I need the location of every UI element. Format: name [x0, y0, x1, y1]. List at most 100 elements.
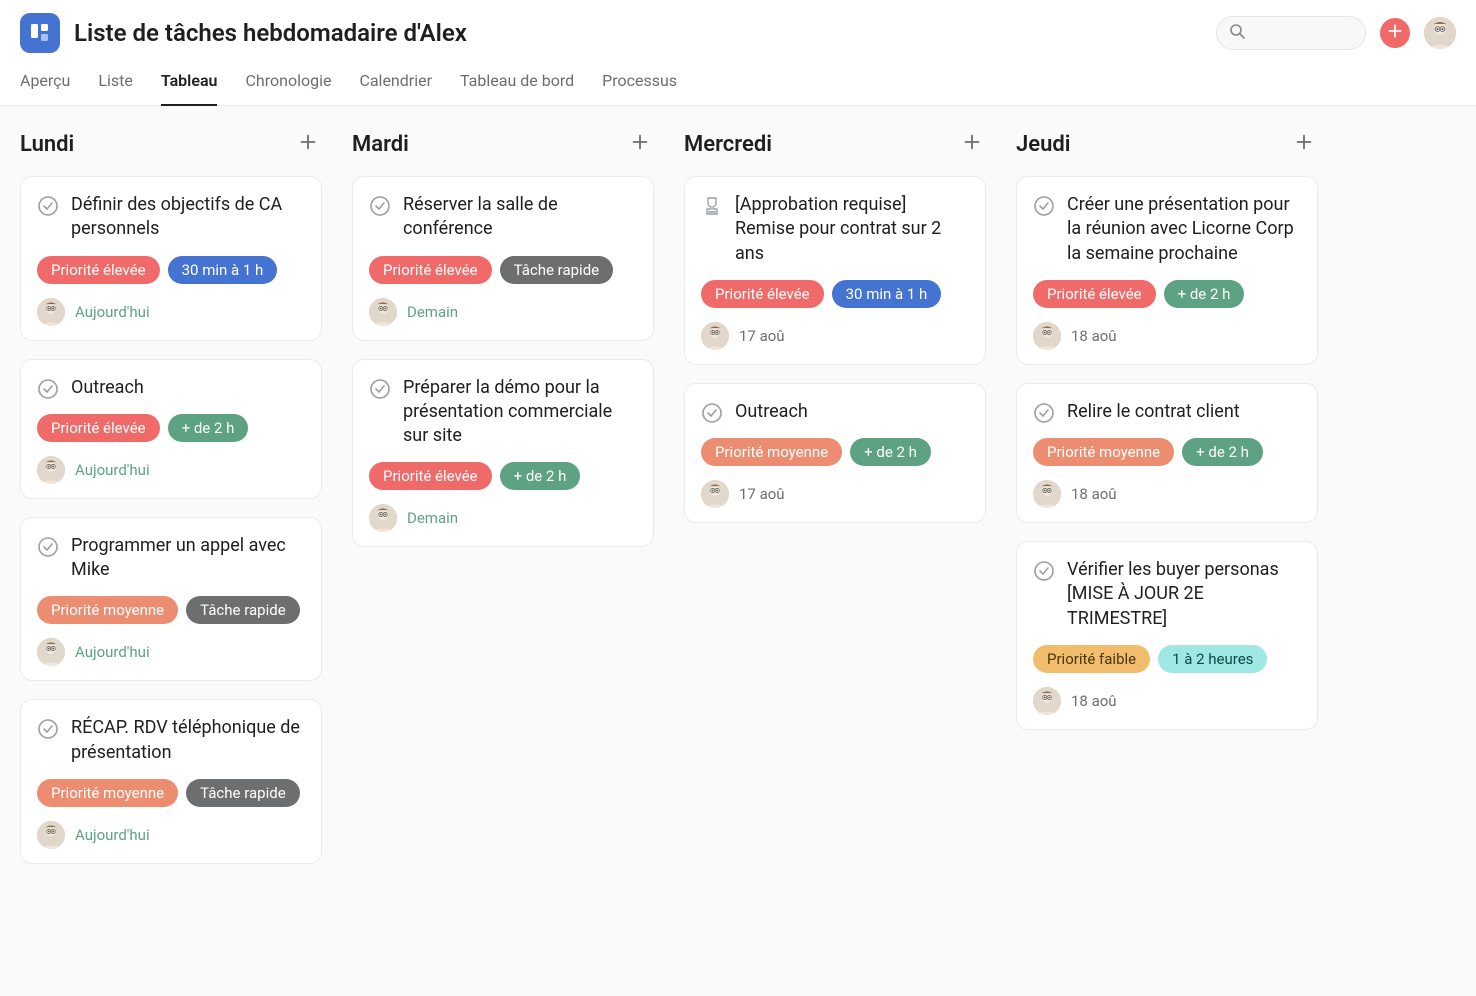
task-footer: 17 aoû: [701, 480, 969, 508]
column-mercredi: Mercredi[Approbation requise] Remise pou…: [684, 130, 986, 972]
tag-priority_medium[interactable]: Priorité moyenne: [37, 596, 178, 624]
assignee-avatar[interactable]: [37, 638, 65, 666]
tag-priority_high[interactable]: Priorité élevée: [369, 462, 492, 490]
tab-processus[interactable]: Processus: [602, 71, 677, 105]
column-add-button[interactable]: [1290, 130, 1318, 158]
tabs-bar: Aperçu Liste Tableau Chronologie Calendrier T…: [0, 53, 1476, 106]
task-card[interactable]: RÉCAP. RDV téléphonique de présentationP…: [20, 699, 322, 864]
tag-priority_high[interactable]: Priorité élevée: [1033, 280, 1156, 308]
tag-time_30_1h[interactable]: 30 min à 1 h: [832, 280, 942, 308]
tag-priority_medium[interactable]: Priorité moyenne: [1033, 438, 1174, 466]
tag-priority_high[interactable]: Priorité élevée: [701, 280, 824, 308]
tab-tableau de bord[interactable]: Tableau de bord: [460, 71, 574, 105]
complete-check-icon[interactable]: [1033, 402, 1055, 424]
tag-priority_medium[interactable]: Priorité moyenne: [701, 438, 842, 466]
assignee-avatar[interactable]: [37, 456, 65, 484]
search-input[interactable]: [1216, 16, 1366, 50]
tag-time_1_2h[interactable]: 1 à 2 heures: [1158, 645, 1267, 673]
tab-liste[interactable]: Liste: [98, 71, 132, 105]
task-card[interactable]: Outreach Priorité moyenne + de 2 h 17 aoû: [684, 383, 986, 523]
task-tags: Priorité élevée 30 min à 1 h: [37, 256, 305, 284]
column-add-button[interactable]: [958, 130, 986, 158]
complete-check-icon[interactable]: [701, 402, 723, 424]
column-add-button[interactable]: [294, 130, 322, 158]
assignee-avatar[interactable]: [369, 504, 397, 532]
task-card[interactable]: [Approbation requise] Remise pour contra…: [684, 176, 986, 365]
complete-check-icon[interactable]: [1033, 560, 1055, 582]
tag-priority_high[interactable]: Priorité élevée: [37, 256, 160, 284]
task-footer: 17 aoû: [701, 322, 969, 350]
task-footer: 18 aoû: [1033, 480, 1301, 508]
user-avatar[interactable]: [1424, 17, 1456, 49]
approval-stamp-icon[interactable]: [701, 195, 723, 217]
task-card[interactable]: Outreach Priorité élevée + de 2 h Aujourd'h…: [20, 359, 322, 499]
task-card[interactable]: Relire le contrat client Priorité moyenne…: [1016, 383, 1318, 523]
task-card[interactable]: Réserver la salle de conférencePriorité …: [352, 176, 654, 341]
tag-time_2h[interactable]: + de 2 h: [1164, 280, 1245, 308]
task-title: Créer une présentation pour la réunion a…: [1067, 193, 1301, 266]
task-tags: Priorité moyenne Tâche rapide: [37, 779, 305, 807]
tag-time_2h[interactable]: + de 2 h: [500, 462, 581, 490]
column-lundi: Lundi Définir des objectifs de CA personn…: [20, 130, 322, 972]
complete-check-icon[interactable]: [369, 195, 391, 217]
tag-quick_task[interactable]: Tâche rapide: [186, 779, 300, 807]
assignee-avatar[interactable]: [369, 298, 397, 326]
task-footer: Aujourd'hui: [37, 821, 305, 849]
task-footer: Aujourd'hui: [37, 456, 305, 484]
tag-time_2h[interactable]: + de 2 h: [168, 414, 249, 442]
assignee-avatar[interactable]: [701, 322, 729, 350]
tag-priority_high[interactable]: Priorité élevée: [369, 256, 492, 284]
complete-check-icon[interactable]: [37, 378, 59, 400]
complete-check-icon[interactable]: [1033, 195, 1055, 217]
task-title: Relire le contrat client: [1067, 400, 1240, 424]
tag-priority_low[interactable]: Priorité faible: [1033, 645, 1150, 673]
column-title: Jeudi: [1016, 132, 1070, 157]
task-title: Définir des objectifs de CA personnels: [71, 193, 305, 242]
page-title: Liste de tâches hebdomadaire d'Alex: [74, 19, 467, 47]
tag-priority_high[interactable]: Priorité élevée: [37, 414, 160, 442]
tab-chronologie[interactable]: Chronologie: [245, 71, 331, 105]
tag-quick_task[interactable]: Tâche rapide: [500, 256, 614, 284]
task-card[interactable]: Préparer la démo pour la présentation co…: [352, 359, 654, 548]
complete-check-icon[interactable]: [369, 378, 391, 400]
complete-check-icon[interactable]: [37, 195, 59, 217]
tag-time_2h[interactable]: + de 2 h: [850, 438, 931, 466]
task-card[interactable]: Créer une présentation pour la réunion a…: [1016, 176, 1318, 365]
assignee-avatar[interactable]: [1033, 480, 1061, 508]
task-tags: Priorité élevée + de 2 h: [369, 462, 637, 490]
tag-time_30_1h[interactable]: 30 min à 1 h: [168, 256, 278, 284]
assignee-avatar[interactable]: [1033, 687, 1061, 715]
assignee-avatar[interactable]: [701, 480, 729, 508]
complete-check-icon[interactable]: [37, 536, 59, 558]
assignee-avatar[interactable]: [37, 821, 65, 849]
tab-tableau[interactable]: Tableau: [161, 71, 218, 106]
column-add-button[interactable]: [626, 130, 654, 158]
tag-priority_medium[interactable]: Priorité moyenne: [37, 779, 178, 807]
tag-quick_task[interactable]: Tâche rapide: [186, 596, 300, 624]
task-title: [Approbation requise] Remise pour contra…: [735, 193, 969, 266]
task-footer: Aujourd'hui: [37, 638, 305, 666]
due-date: Demain: [407, 509, 458, 527]
assignee-avatar[interactable]: [1033, 322, 1061, 350]
task-footer: Demain: [369, 298, 637, 326]
task-title: Outreach: [735, 400, 808, 424]
tab-calendrier[interactable]: Calendrier: [359, 71, 432, 105]
task-title: Outreach: [71, 376, 144, 400]
tab-aperçu[interactable]: Aperçu: [20, 71, 70, 105]
complete-check-icon[interactable]: [37, 718, 59, 740]
column-mardi: Mardi Réserver la salle de conférencePrio…: [352, 130, 654, 972]
add-button[interactable]: [1380, 18, 1410, 48]
assignee-avatar[interactable]: [37, 298, 65, 326]
task-card[interactable]: Programmer un appel avec MikePriorité mo…: [20, 517, 322, 682]
tag-time_2h[interactable]: + de 2 h: [1182, 438, 1263, 466]
task-footer: 18 aoû: [1033, 687, 1301, 715]
task-card[interactable]: Définir des objectifs de CA personnels Pr…: [20, 176, 322, 341]
task-footer: Aujourd'hui: [37, 298, 305, 326]
app-icon[interactable]: [20, 13, 60, 53]
task-tags: Priorité moyenne + de 2 h: [701, 438, 969, 466]
column-title: Mardi: [352, 132, 409, 157]
due-date: Aujourd'hui: [75, 643, 150, 661]
header: Liste de tâches hebdomadaire d'Alex: [0, 0, 1476, 53]
column-title: Lundi: [20, 132, 74, 157]
task-card[interactable]: Vérifier les buyer personas [MISE À JOUR…: [1016, 541, 1318, 730]
